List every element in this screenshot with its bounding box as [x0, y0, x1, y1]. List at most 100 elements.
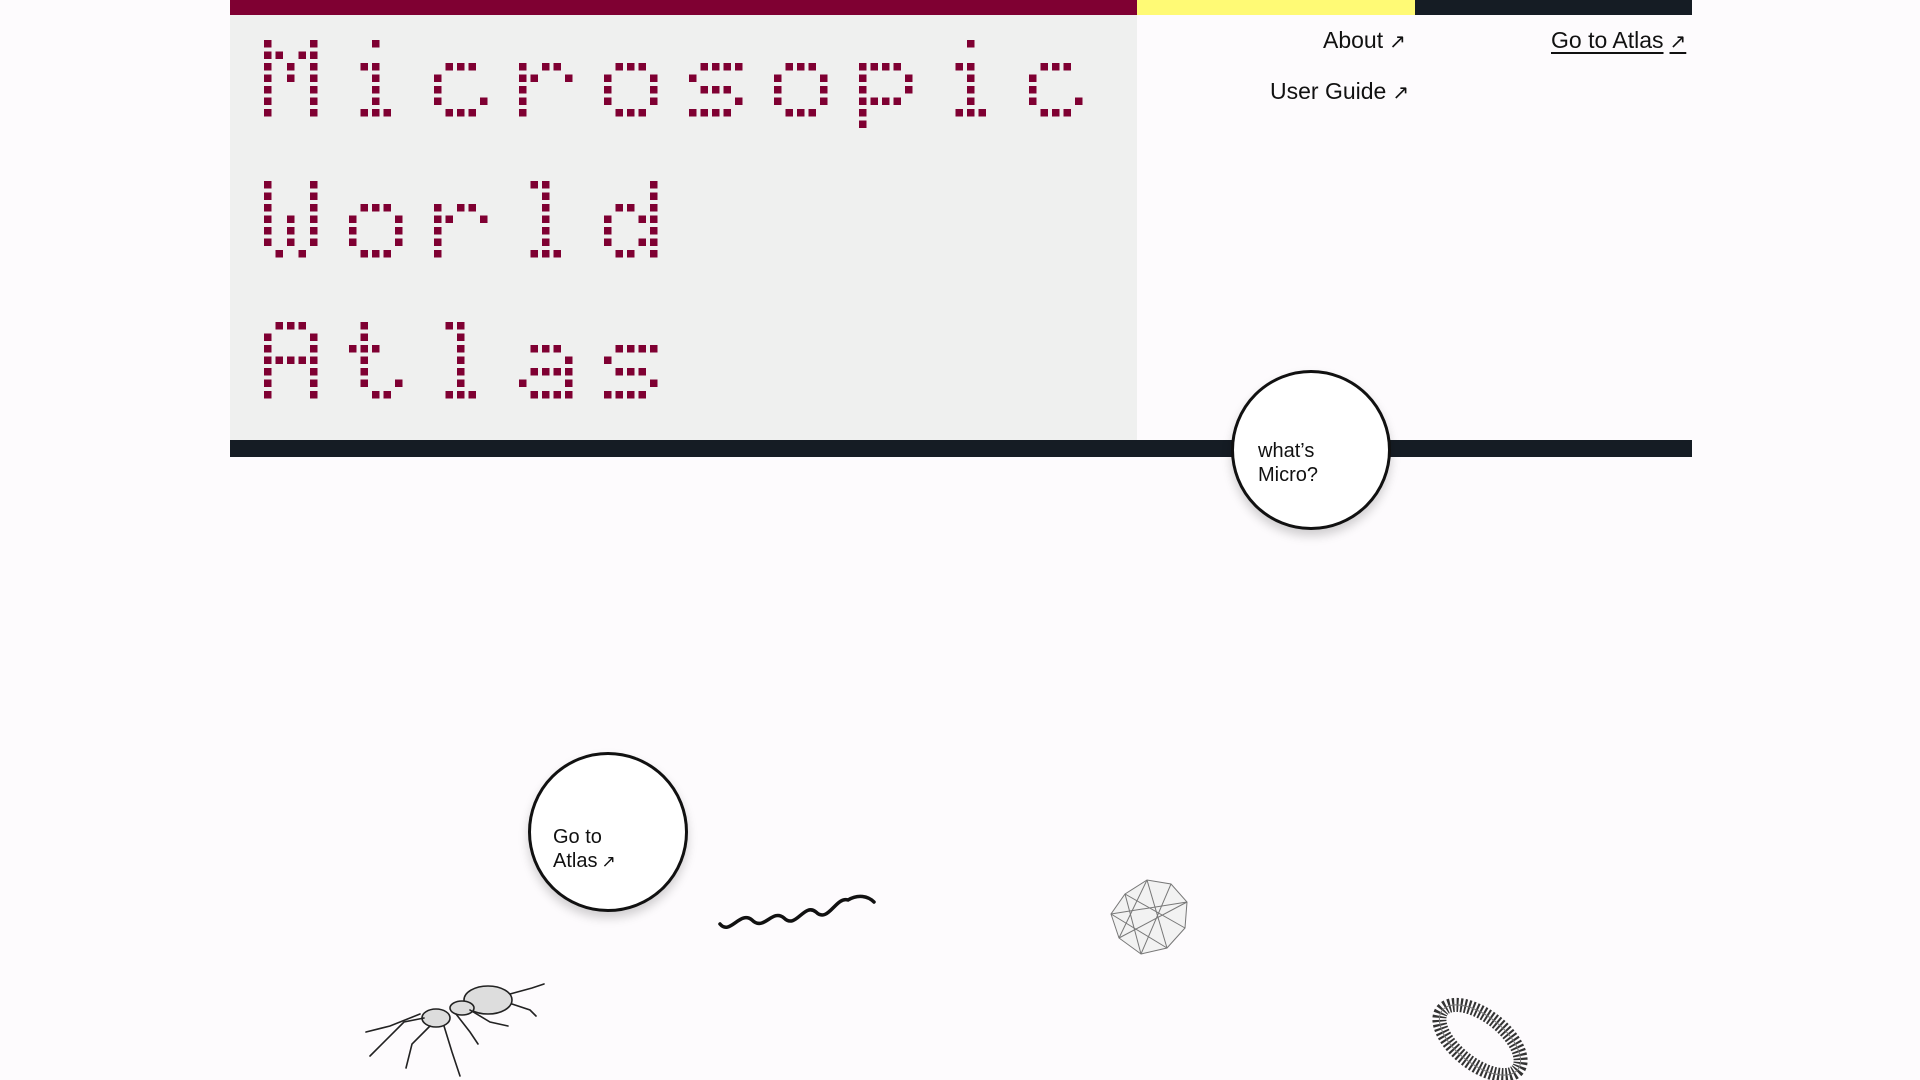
nav-about-link[interactable]: About ↗ — [1323, 27, 1406, 53]
title-dot — [264, 379, 272, 387]
title-dot — [287, 63, 295, 71]
title-dot — [530, 74, 538, 82]
title-dot — [310, 51, 318, 59]
title-dot — [372, 391, 380, 399]
title-dot — [530, 181, 538, 189]
title-dot — [530, 345, 538, 353]
title-dot — [1040, 63, 1048, 71]
title-dot — [264, 356, 272, 364]
title-dot — [1075, 97, 1083, 105]
title-dot — [553, 391, 561, 399]
title-dot — [820, 86, 828, 94]
title-dot — [310, 356, 318, 364]
title-dot — [712, 86, 720, 94]
title-dot — [457, 379, 465, 387]
title-dot — [774, 97, 782, 105]
title-dot — [310, 238, 318, 246]
title-dot — [287, 356, 295, 364]
title-dot — [457, 204, 465, 212]
title-dot — [542, 192, 550, 200]
title-dot — [650, 204, 658, 212]
title-dot — [604, 238, 612, 246]
title-dot — [627, 391, 635, 399]
title-dot — [298, 51, 306, 59]
title-dot — [1063, 63, 1071, 71]
title-dot — [360, 345, 368, 353]
title-dot — [638, 63, 646, 71]
arrow-up-right-icon: ↗ — [601, 852, 616, 871]
title-dot — [264, 238, 272, 246]
title-dot — [264, 40, 272, 48]
whats-micro-line1: what’s — [1258, 440, 1315, 462]
title-dot — [604, 356, 612, 364]
title-dot — [457, 333, 465, 341]
title-dot — [797, 63, 805, 71]
title-dot — [650, 379, 658, 387]
title-dot — [480, 97, 488, 105]
title-dot — [967, 74, 975, 82]
title-dot — [882, 97, 890, 105]
title-dot — [468, 391, 476, 399]
whats-micro-button[interactable]: what’s Micro? — [1231, 370, 1391, 530]
title-dot — [264, 74, 272, 82]
go-to-atlas-circle-button[interactable]: Go to Atlas ↗ — [528, 752, 688, 912]
nav-about-label: About — [1323, 27, 1384, 53]
title-dot — [264, 86, 272, 94]
title-dot — [372, 109, 380, 117]
title-dot — [445, 322, 453, 330]
title-dot — [967, 40, 975, 48]
title-dot — [395, 215, 403, 223]
title-dot — [457, 356, 465, 364]
title-dot — [542, 391, 550, 399]
title-dot — [372, 40, 380, 48]
nav-user-guide-link[interactable]: User Guide ↗ — [1270, 80, 1409, 104]
title-dot — [870, 63, 878, 71]
whats-micro-line2: Micro? — [1258, 464, 1319, 486]
arrow-up-right-icon: ↗ — [1669, 31, 1687, 53]
title-dot — [604, 227, 612, 235]
title-dot — [310, 227, 318, 235]
title-dot — [264, 391, 272, 399]
title-dot — [859, 97, 867, 105]
arrow-up-right-icon: ↗ — [1389, 31, 1406, 53]
title-dot — [434, 204, 442, 212]
title-dot — [785, 109, 793, 117]
title-dot — [360, 333, 368, 341]
title-dot — [615, 63, 623, 71]
title-dot — [264, 51, 272, 59]
title-dot — [820, 74, 828, 82]
title-dot — [434, 238, 442, 246]
title-dot — [530, 250, 538, 258]
title-dot — [627, 109, 635, 117]
hero-panel — [230, 15, 1137, 440]
title-dot — [542, 181, 550, 189]
title-dot — [542, 368, 550, 376]
title-dot — [383, 250, 391, 258]
go-to-atlas-line2: Atlas — [553, 850, 598, 872]
title-dot — [310, 379, 318, 387]
title-dot — [360, 379, 368, 387]
title-dot — [468, 109, 476, 117]
title-dot — [457, 63, 465, 71]
title-dot — [519, 379, 527, 387]
title-dot — [310, 192, 318, 200]
title-dot — [434, 215, 442, 223]
title-dot — [859, 74, 867, 82]
nav-go-to-atlas-link[interactable]: Go to Atlas ↗ — [1551, 29, 1687, 53]
title-dot — [519, 74, 527, 82]
title-dot — [955, 63, 963, 71]
title-dot — [519, 63, 527, 71]
go-to-atlas-line1: Go to — [553, 826, 602, 848]
title-dot — [542, 215, 550, 223]
title-dot — [372, 345, 380, 353]
title-dot — [700, 86, 708, 94]
title-dot — [457, 345, 465, 353]
title-dot — [820, 97, 828, 105]
title-dot — [638, 391, 646, 399]
title-dot — [264, 345, 272, 353]
title-dot — [310, 333, 318, 341]
title-dot — [310, 63, 318, 71]
title-dot — [360, 322, 368, 330]
title-dot — [650, 215, 658, 223]
title-dot — [445, 63, 453, 71]
